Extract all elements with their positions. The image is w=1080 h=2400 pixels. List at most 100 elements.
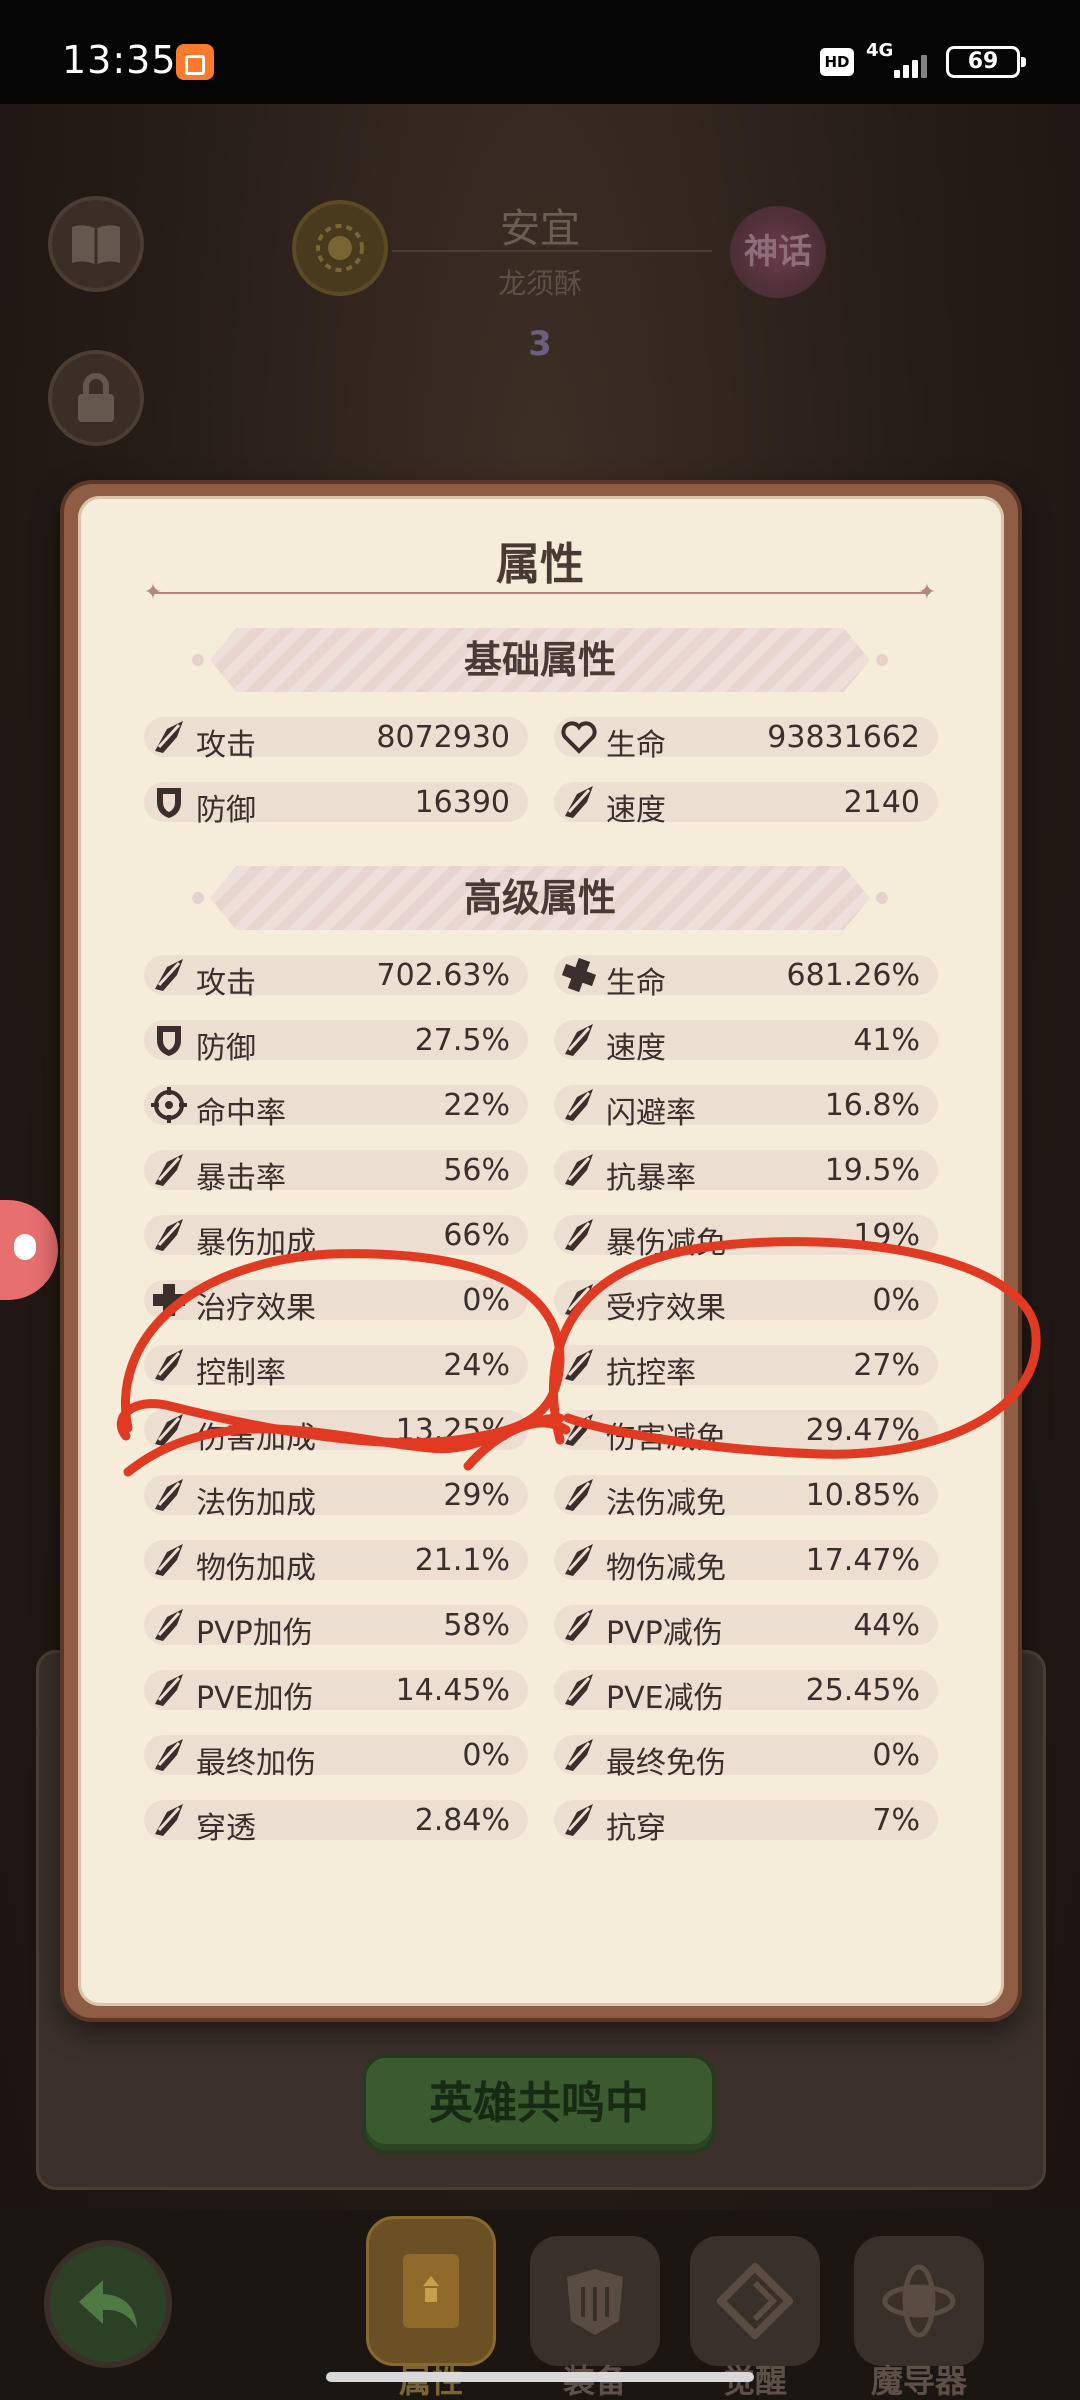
physical-damage-icon <box>146 1540 192 1580</box>
stat-label: 治疗效果 <box>196 1291 316 1326</box>
damage-reduce-icon <box>556 1410 602 1450</box>
stat-row: 命中率 22% <box>144 1085 528 1131</box>
crit-damage-icon <box>146 1215 192 1255</box>
penetrate-icon <box>146 1800 192 1840</box>
stat-row: 伤害减免 29.47% <box>554 1410 938 1456</box>
stat-row: 抗暴率 19.5% <box>554 1150 938 1196</box>
stat-value: 24% <box>443 1348 510 1383</box>
stat-value: 13.25% <box>395 1413 510 1448</box>
pve-damage-icon <box>146 1670 192 1710</box>
stat-row: PVP加伤 58% <box>144 1605 528 1651</box>
cross-heal-icon <box>556 955 602 995</box>
status-bar: 13:35 HD 4G 69 <box>0 0 1080 104</box>
heal-receive-icon <box>556 1280 602 1320</box>
tab-magic-device[interactable] <box>854 2236 984 2366</box>
stat-value: 16.8% <box>824 1088 920 1123</box>
damage-up-icon <box>146 1410 192 1450</box>
title-rule <box>150 592 930 594</box>
stat-value: 44% <box>853 1608 920 1643</box>
stat-value: 2.84% <box>414 1803 510 1838</box>
crit-damage-reduce-icon <box>556 1215 602 1255</box>
banner-dot <box>876 892 888 904</box>
stat-label: 速度 <box>606 1031 666 1066</box>
stat-value: 14.45% <box>395 1673 510 1708</box>
stat-row: 抗控率 27% <box>554 1345 938 1391</box>
tab-attributes[interactable] <box>366 2216 496 2366</box>
stat-value: 8072930 <box>376 720 510 755</box>
stat-row: 治疗效果 0% <box>144 1280 528 1326</box>
stat-label: 抗暴率 <box>606 1161 696 1196</box>
stat-value: 25.45% <box>805 1673 920 1708</box>
pve-reduce-icon <box>556 1670 602 1710</box>
tab-magic-device-label: 魔导器 <box>870 2362 967 2400</box>
back-button[interactable] <box>44 2240 172 2368</box>
lock-icon[interactable] <box>48 350 144 446</box>
rune-icon <box>717 2263 793 2339</box>
plus-icon <box>146 1280 192 1320</box>
battery-indicator: 69 <box>946 46 1026 78</box>
hero-resonance-button[interactable]: 英雄共鸣中 <box>362 2054 716 2154</box>
stat-value: 41% <box>853 1023 920 1058</box>
stat-label: 暴伤减免 <box>606 1226 726 1261</box>
stat-label: 法伤减免 <box>606 1486 726 1521</box>
stat-label: 命中率 <box>196 1096 286 1131</box>
stat-row: 速度 41% <box>554 1020 938 1066</box>
stat-row: 生命 681.26% <box>554 955 938 1001</box>
stat-row: 受疗效果 0% <box>554 1280 938 1326</box>
stat-row: 暴伤减免 19% <box>554 1215 938 1261</box>
advanced-attributes-header: 高级属性 <box>210 866 870 930</box>
stat-value: 29% <box>443 1478 510 1513</box>
stat-value: 19.5% <box>824 1153 920 1188</box>
star-level-badge: 3 <box>470 312 610 382</box>
sword-slash-icon <box>146 717 192 757</box>
final-reduce-icon <box>556 1735 602 1775</box>
stat-value: 27% <box>853 1348 920 1383</box>
element-icon <box>292 200 388 296</box>
stat-label: PVE减伤 <box>606 1681 724 1716</box>
pvp-damage-icon <box>146 1605 192 1645</box>
basic-attributes-header: 基础属性 <box>210 628 870 692</box>
physical-reduce-icon <box>556 1540 602 1580</box>
penetrate-resist-icon <box>556 1800 602 1840</box>
stat-label: 防御 <box>196 793 256 828</box>
stat-row: 控制率 24% <box>144 1345 528 1391</box>
hero-subtitle: 龙须酥 <box>497 267 582 300</box>
hd-badge: HD <box>820 48 854 76</box>
tab-awaken[interactable] <box>690 2236 820 2366</box>
stat-label: 防御 <box>196 1031 256 1066</box>
banner-dot <box>876 654 888 666</box>
stat-row: PVE减伤 25.45% <box>554 1670 938 1716</box>
stat-row: 物伤减免 17.47% <box>554 1540 938 1586</box>
magic-reduce-icon <box>556 1475 602 1515</box>
stat-row: 抗穿 7% <box>554 1800 938 1846</box>
stat-row: PVP减伤 44% <box>554 1605 938 1651</box>
tab-equipment[interactable] <box>530 2236 660 2366</box>
book-icon[interactable] <box>48 196 144 292</box>
hero-name: 安宜 <box>500 206 580 252</box>
stat-label: 最终加伤 <box>196 1746 316 1781</box>
stat-row: 暴伤加成 66% <box>144 1215 528 1261</box>
stat-label: 速度 <box>606 793 666 828</box>
crit-icon <box>146 1150 192 1190</box>
stat-value: 681.26% <box>786 958 920 993</box>
stat-row: 防御 16390 <box>144 782 528 828</box>
stat-label: PVP减伤 <box>606 1616 723 1651</box>
control-icon <box>146 1345 192 1385</box>
armor-icon <box>567 2269 623 2335</box>
stat-value: 0% <box>872 1738 920 1773</box>
crosshair-icon <box>146 1085 192 1125</box>
stat-row: PVE加伤 14.45% <box>144 1670 528 1716</box>
stat-row: 攻击 8072930 <box>144 717 528 763</box>
stat-value: 702.63% <box>376 958 510 993</box>
stat-value: 16390 <box>414 785 510 820</box>
shield-icon <box>146 1020 192 1060</box>
stat-value: 22% <box>443 1088 510 1123</box>
stat-value: 17.47% <box>805 1543 920 1578</box>
home-indicator[interactable] <box>326 2372 754 2382</box>
stat-row: 最终加伤 0% <box>144 1735 528 1781</box>
stat-row: 穿透 2.84% <box>144 1800 528 1846</box>
dodge-icon <box>556 1085 602 1125</box>
stat-value: 27.5% <box>414 1023 510 1058</box>
stat-value: 2140 <box>843 785 920 820</box>
stat-label: 物伤减免 <box>606 1551 726 1586</box>
